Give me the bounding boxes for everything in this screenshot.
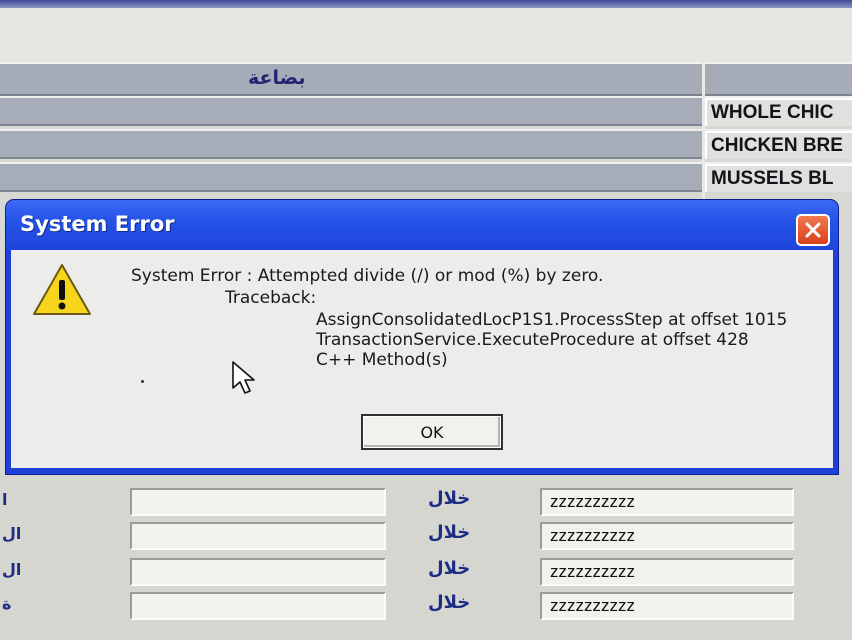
dialog-body: System Error : Attempted divide (/) or m…	[11, 250, 833, 468]
screen-dust	[141, 380, 144, 383]
system-error-dialog: System Error System Error : Attempted di…	[6, 200, 838, 474]
form-label: خلال	[428, 558, 471, 579]
grid-header-label: بضاعة	[248, 67, 306, 89]
grid-cell-product[interactable]: MUSSELS BL	[705, 164, 852, 192]
top-window-strip	[0, 0, 852, 8]
ok-button[interactable]: OK	[361, 414, 503, 450]
close-button[interactable]	[796, 214, 830, 246]
grid-header: بضاعة	[0, 62, 852, 96]
grid-cell-product[interactable]: CHICKEN BRE	[705, 131, 852, 159]
traceback-label: Traceback:	[225, 288, 317, 308]
dialog-title: System Error	[20, 212, 175, 236]
form-area: ا خلال zzzzzzzzzz ال خلال zzzzzzzzzz ال …	[0, 470, 852, 640]
form-value-field[interactable]: zzzzzzzzzz	[540, 488, 794, 516]
warning-icon	[33, 264, 91, 315]
traceback-line: TransactionService.ExecuteProcedure at o…	[316, 330, 749, 350]
form-value-field[interactable]: zzzzzzzzzz	[540, 522, 794, 550]
row-side-label: ا	[2, 490, 8, 509]
form-input[interactable]	[130, 592, 386, 620]
form-input[interactable]	[130, 488, 386, 516]
close-icon	[805, 222, 821, 238]
row-side-label: ال	[2, 524, 22, 543]
grid-cell-product[interactable]: WHOLE CHIC	[705, 98, 852, 126]
form-value-field[interactable]: zzzzzzzzzz	[540, 592, 794, 620]
error-message: System Error : Attempted divide (/) or m…	[131, 266, 604, 286]
form-label: خلال	[428, 522, 471, 543]
dialog-title-bar[interactable]: System Error	[6, 200, 838, 250]
mouse-cursor-icon	[232, 361, 255, 394]
form-row: ال خلال zzzzzzzzzz	[0, 558, 852, 588]
traceback-line: AssignConsolidatedLocP1S1.ProcessStep at…	[316, 310, 788, 330]
form-row: ة خلال zzzzzzzzzz	[0, 592, 852, 622]
row-side-label: ة	[2, 594, 12, 613]
form-input[interactable]	[130, 522, 386, 550]
traceback-line: C++ Method(s)	[316, 350, 448, 370]
form-label: خلال	[428, 488, 471, 509]
form-row: ال خلال zzzzzzzzzz	[0, 522, 852, 552]
row-side-label: ال	[2, 560, 22, 579]
form-row: ا خلال zzzzzzzzzz	[0, 488, 852, 518]
form-label: خلال	[428, 592, 471, 613]
form-value-field[interactable]: zzzzzzzzzz	[540, 558, 794, 586]
form-input[interactable]	[130, 558, 386, 586]
background-panel	[0, 8, 852, 62]
